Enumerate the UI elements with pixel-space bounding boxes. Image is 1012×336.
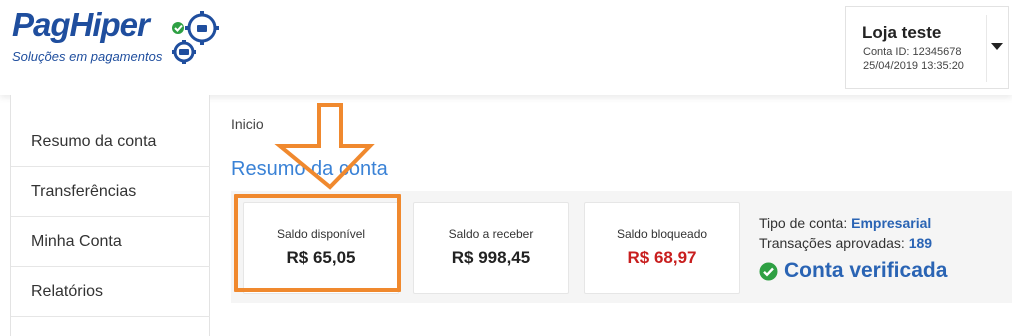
sidebar-item-minha-conta[interactable]: Minha Conta: [11, 217, 210, 267]
highlight-box: [234, 194, 401, 292]
breadcrumb[interactable]: Inicio: [231, 116, 264, 132]
sidebar-item-relatorios[interactable]: Relatórios: [11, 267, 210, 317]
store-name: Loja teste: [862, 23, 942, 42]
sidebar-item-resumo[interactable]: Resumo da conta: [11, 117, 210, 167]
sidebar-item-label: Relatórios: [31, 283, 104, 300]
card-saldo-bloqueado: Saldo bloqueado R$ 68,97: [584, 202, 740, 294]
account-datetime: 25/04/2019 13:35:20: [863, 60, 964, 72]
card-value: R$ 68,97: [627, 248, 697, 267]
card-label: Saldo bloqueado: [616, 227, 708, 241]
card-value: R$ 998,45: [451, 248, 531, 267]
gear-badge-icon: [172, 11, 219, 64]
paghiper-logo[interactable]: PagHiper Soluções em pagamentos: [12, 6, 222, 74]
sidebar-item-label: Transferências: [31, 183, 137, 200]
logo-brand: PagHiper: [12, 6, 150, 43]
account-type-line: Tipo de conta: Empresarial: [759, 213, 932, 233]
chevron-down-icon[interactable]: [991, 43, 1003, 50]
account-type-value: Empresarial: [851, 215, 932, 231]
sidebar-item-transferencias[interactable]: Transferências: [11, 167, 210, 217]
account-info: Tipo de conta: Empresarial Transações ap…: [759, 213, 932, 253]
account-divider: [986, 15, 987, 82]
account-type-label: Tipo de conta:: [759, 215, 848, 231]
verified-text: Conta verificada: [784, 259, 948, 282]
account-id: Conta ID: 12345678: [863, 46, 962, 58]
logo-tagline: Soluções em pagamentos: [12, 49, 163, 64]
sidebar-item-label: Minha Conta: [31, 233, 122, 250]
sidebar-item-label: Resumo da conta: [31, 133, 157, 150]
top-header: PagHiper Soluções em pagamentos Loja tes…: [0, 0, 1012, 95]
card-label: Saldo a receber: [448, 227, 534, 241]
down-arrow-icon: [274, 103, 375, 190]
sidebar: Resumo da conta Transferências Minha Con…: [10, 95, 210, 336]
account-menu[interactable]: Loja teste Conta ID: 12345678 25/04/2019…: [845, 6, 1009, 89]
approved-transactions-line: Transações aprovadas: 189: [759, 233, 932, 253]
check-circle-icon: [759, 262, 778, 281]
card-saldo-a-receber: Saldo a receber R$ 998,45: [413, 202, 569, 294]
approved-transactions-label: Transações aprovadas:: [759, 235, 905, 251]
approved-transactions-value: 189: [908, 235, 933, 251]
